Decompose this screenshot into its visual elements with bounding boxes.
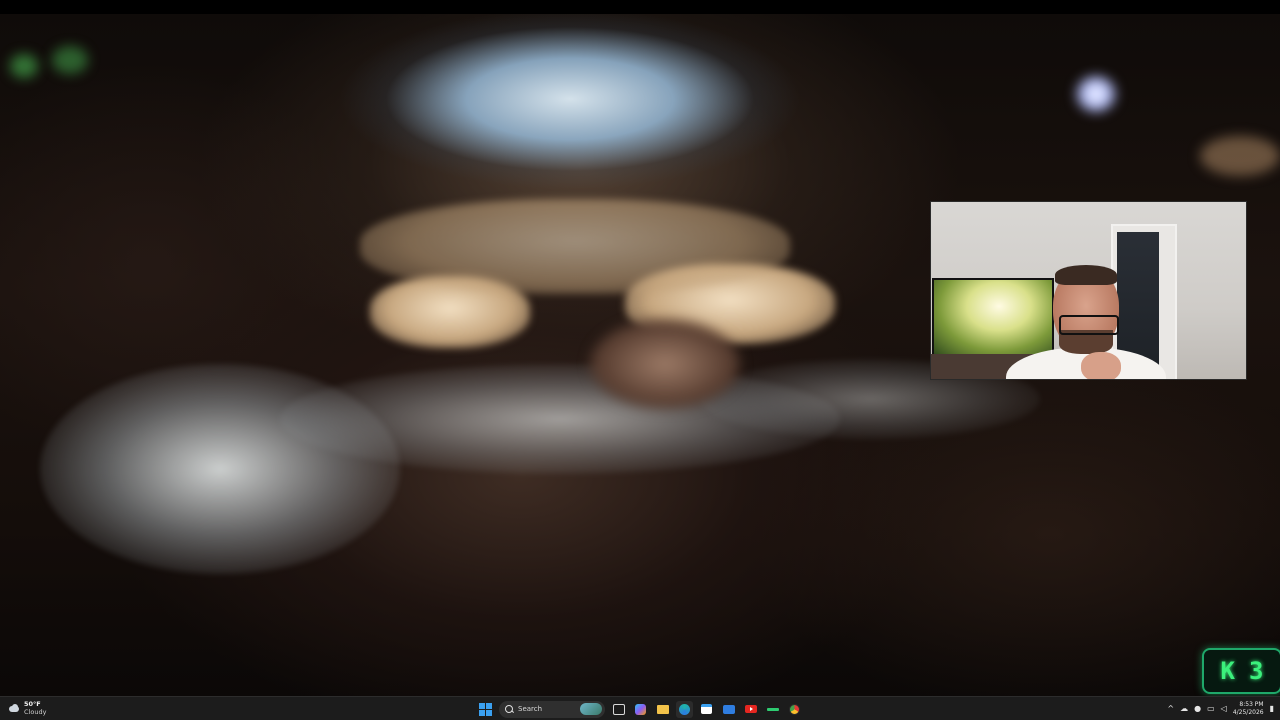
tv-screen [932, 278, 1054, 357]
warm-light-icon [1200, 136, 1280, 176]
task-view-icon[interactable] [610, 701, 627, 718]
weather-widget[interactable]: 50°F Cloudy [8, 700, 46, 716]
chevron-up-icon[interactable]: ^ [1167, 705, 1174, 713]
clock-time: 8:53 PM [1239, 701, 1264, 708]
taskbar-center: Search [477, 700, 803, 718]
clock-date: 4/25/2026 [1232, 709, 1264, 716]
search-box[interactable]: Search [499, 700, 605, 718]
desktop-screen: K 3 50°F Cloudy Search ^ ☁ ● ▭ ◁ 8:53 PM… [0, 0, 1280, 720]
clock[interactable]: 8:53 PM 4/25/2026 [1233, 701, 1264, 717]
system-tray: ^ ☁ ● ▭ ◁ 8:53 PM 4/25/2026 ▮ [1167, 699, 1274, 719]
store-icon[interactable] [698, 701, 715, 718]
youtube-icon[interactable] [742, 701, 759, 718]
search-highlight-icon [580, 702, 602, 715]
copilot-icon[interactable] [632, 701, 649, 718]
chrome-icon[interactable] [786, 701, 803, 718]
notification-bell-icon[interactable]: ▮ [1270, 705, 1274, 713]
badge-letter: K [1220, 657, 1235, 685]
volume-icon[interactable]: ◁ [1221, 705, 1227, 713]
weather-condition: Cloudy [24, 708, 47, 716]
green-light-icon [52, 46, 88, 74]
nose-shape [590, 319, 740, 409]
tooth-shape [360, 199, 790, 294]
edge-icon[interactable] [676, 700, 693, 718]
start-icon[interactable] [477, 701, 494, 718]
search-icon [505, 705, 513, 713]
blue-light-icon [1076, 76, 1116, 112]
search-placeholder: Search [518, 705, 543, 713]
mail-icon[interactable] [720, 701, 737, 718]
taskbar: 50°F Cloudy Search ^ ☁ ● ▭ ◁ 8:53 PM 4/2… [0, 696, 1280, 720]
k-counter-badge: K 3 [1202, 648, 1280, 694]
person-hand [1081, 352, 1121, 379]
cloud-sync-icon[interactable]: ☁ [1180, 705, 1188, 713]
weather-temperature: 50°F [24, 700, 41, 708]
app-icon[interactable] [764, 701, 781, 718]
network-icon[interactable]: ▭ [1207, 705, 1215, 713]
person-hair [1055, 265, 1117, 285]
file-explorer-icon[interactable] [654, 701, 671, 718]
webcam-overlay[interactable] [930, 201, 1247, 380]
green-light-icon [10, 54, 38, 78]
glasses-icon [1059, 315, 1119, 335]
badge-number: 3 [1249, 657, 1264, 685]
microphone-icon[interactable]: ● [1194, 705, 1201, 713]
cloud-icon [8, 704, 20, 712]
